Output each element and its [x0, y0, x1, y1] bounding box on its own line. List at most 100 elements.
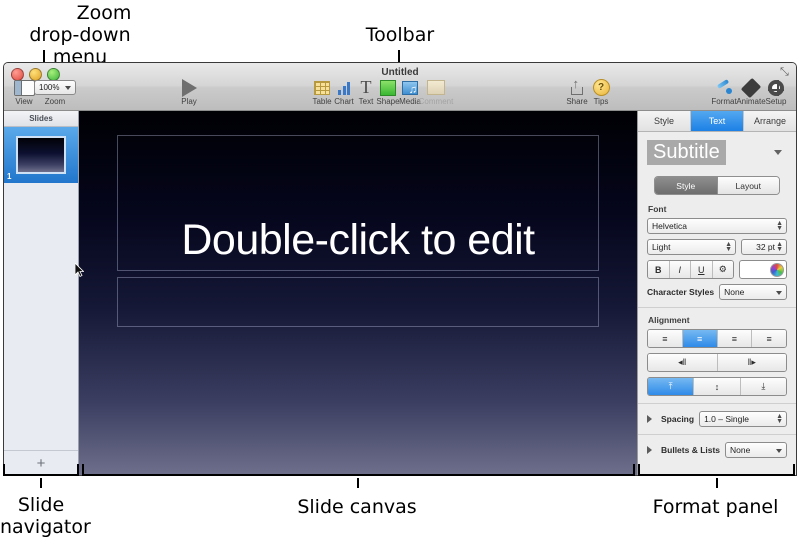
horizontal-alignment-buttons[interactable]: ≡ ≡ ≡ ≡ [647, 329, 787, 348]
zoom-dropdown-control[interactable]: 100% [30, 79, 80, 96]
horizontal-alignment-row: ≡ ≡ ≡ ≡ [647, 329, 787, 348]
vertical-alignment-buttons[interactable]: ⤒ ↕ ⤓ [647, 377, 787, 396]
tab-arrange[interactable]: Arrange [744, 111, 796, 131]
style-layout-segmented-control[interactable]: Style Layout [654, 176, 780, 195]
add-slide-button[interactable]: + [4, 450, 78, 475]
chevron-down-icon [65, 86, 71, 90]
bracket-format-stem [716, 478, 718, 488]
font-options-gear-icon[interactable]: ⚙ [711, 261, 733, 278]
subtitle-placeholder[interactable] [117, 277, 599, 327]
divider [638, 434, 796, 435]
align-justify-button[interactable]: ≡ [751, 330, 786, 347]
indent-buttons[interactable]: ◂‖ ‖▸ [647, 353, 787, 372]
app-body: Slides 1 + Double-click to edit Style Te… [4, 111, 796, 475]
underline-button[interactable]: U [690, 261, 712, 278]
tips-button[interactable]: ? Tips [581, 79, 621, 106]
bracket-format-top [638, 474, 795, 476]
leader-line-zoom [43, 50, 45, 62]
zoom-value-popup[interactable]: 100% [34, 80, 76, 95]
increase-indent-button[interactable]: ‖▸ [716, 354, 786, 371]
align-middle-button[interactable]: ↕ [693, 378, 740, 395]
tips-icon: ? [581, 79, 621, 96]
decrease-indent-button[interactable]: ◂‖ [648, 354, 717, 371]
bracket-navigator-left [3, 464, 5, 476]
navigator-empty-area [4, 183, 78, 450]
italic-button[interactable]: I [668, 261, 690, 278]
font-size-field[interactable]: 32 pt ▲ ▼ [741, 239, 787, 255]
spacing-label: Spacing [661, 414, 695, 424]
stepper-icon[interactable]: ▲ ▼ [776, 220, 783, 232]
font-weight-select[interactable]: Light ▲ ▼ [647, 239, 736, 255]
annotation-slide-navigator-line1: Slide [17, 494, 65, 516]
annotation-toolbar-label: Toolbar [365, 24, 435, 46]
gear-icon [756, 79, 796, 96]
plus-icon: + [36, 454, 46, 472]
bracket-canvas-top [82, 474, 635, 476]
annotation-slide-navigator-line2: navigator [0, 516, 91, 538]
play-button[interactable]: Play [169, 78, 209, 106]
tab-style[interactable]: Style [638, 111, 691, 131]
spacing-select[interactable]: 1.0 – Single ▲ ▼ [699, 411, 787, 427]
stepper-icon[interactable]: ▲ ▼ [776, 241, 783, 253]
insert-comment-label: Comment [418, 97, 454, 106]
title-placeholder-text: Double-click to edit [181, 216, 535, 264]
disclosure-triangle-icon[interactable] [647, 415, 652, 423]
annotation-toolbar: Toolbar [330, 24, 470, 46]
character-styles-select[interactable]: None [719, 284, 787, 300]
play-button-label: Play [181, 97, 197, 106]
divider [638, 307, 796, 308]
bold-button[interactable]: B [648, 261, 669, 278]
font-style-buttons[interactable]: B I U ⚙ [647, 260, 734, 279]
stepper-icon[interactable]: ▲ ▼ [776, 413, 783, 425]
question-mark-glyph: ? [592, 79, 610, 96]
bracket-canvas-stem [357, 478, 359, 488]
align-center-button[interactable]: ≡ [681, 330, 717, 347]
annotation-slide-canvas: Slide canvas [247, 496, 467, 518]
font-family-value: Helvetica [652, 221, 687, 231]
annotation-format-panel-label: Format panel [652, 496, 779, 518]
font-weight-value: Light [652, 242, 671, 252]
font-family-row: Helvetica ▲ ▼ [647, 218, 787, 234]
font-style-row: B I U ⚙ [647, 260, 787, 279]
annotation-slide-navigator: Slide navigator [0, 494, 91, 538]
font-family-select[interactable]: Helvetica ▲ ▼ [647, 218, 787, 234]
setup-button[interactable]: Setup [756, 79, 796, 106]
title-placeholder[interactable]: Double-click to edit [117, 135, 599, 271]
annotation-slide-canvas-label: Slide canvas [297, 496, 417, 518]
spacing-value: 1.0 – Single [704, 414, 749, 424]
slide-surface[interactable]: Double-click to edit [75, 111, 637, 475]
toolbar: Untitled View 100% Zoom Play Table Chart… [4, 63, 796, 111]
fullscreen-icon[interactable]: ⤡ [780, 67, 791, 78]
bullets-row: Bullets & Lists None [647, 442, 787, 458]
align-left-button[interactable]: ≡ [648, 330, 682, 347]
align-right-button[interactable]: ≡ [716, 330, 752, 347]
paragraph-style-preview[interactable]: Subtitle [647, 140, 787, 165]
character-styles-row: Character Styles None [647, 284, 787, 300]
disclosure-triangle-icon[interactable] [647, 446, 652, 454]
zoom-value: 100% [39, 83, 60, 92]
mouse-cursor-icon [75, 263, 84, 277]
slides-header: Slides [4, 111, 78, 127]
slide-thumbnail-item[interactable]: 1 [4, 127, 78, 183]
zoom-dropdown[interactable]: 100% Zoom [30, 79, 80, 106]
insert-comment-button[interactable]: Comment [416, 79, 456, 106]
align-bottom-button[interactable]: ⤓ [739, 378, 786, 395]
segment-layout[interactable]: Layout [716, 177, 779, 194]
annotation-zoom-menu-line1: Zoom [76, 2, 132, 24]
tips-button-label: Tips [593, 97, 609, 106]
chevron-down-icon [776, 291, 782, 295]
slide-canvas[interactable]: Double-click to edit [75, 111, 637, 475]
vertical-alignment-row: ⤒ ↕ ⤓ [647, 377, 787, 396]
segment-style[interactable]: Style [655, 177, 717, 194]
bullets-select[interactable]: None [725, 442, 787, 458]
stepper-icon[interactable]: ▲ ▼ [725, 241, 732, 253]
text-color-well[interactable] [739, 260, 787, 279]
indent-row: ◂‖ ‖▸ [647, 353, 787, 372]
align-top-button[interactable]: ⤒ [648, 378, 694, 395]
chevron-down-icon[interactable] [774, 150, 782, 155]
alignment-section-heading: Alignment [648, 315, 690, 325]
slide-thumbnail[interactable] [16, 136, 66, 174]
play-icon [169, 78, 209, 97]
tab-text[interactable]: Text [691, 111, 744, 131]
format-panel-body: Subtitle Style Layout Font Helvetica ▲▼ [638, 132, 796, 463]
